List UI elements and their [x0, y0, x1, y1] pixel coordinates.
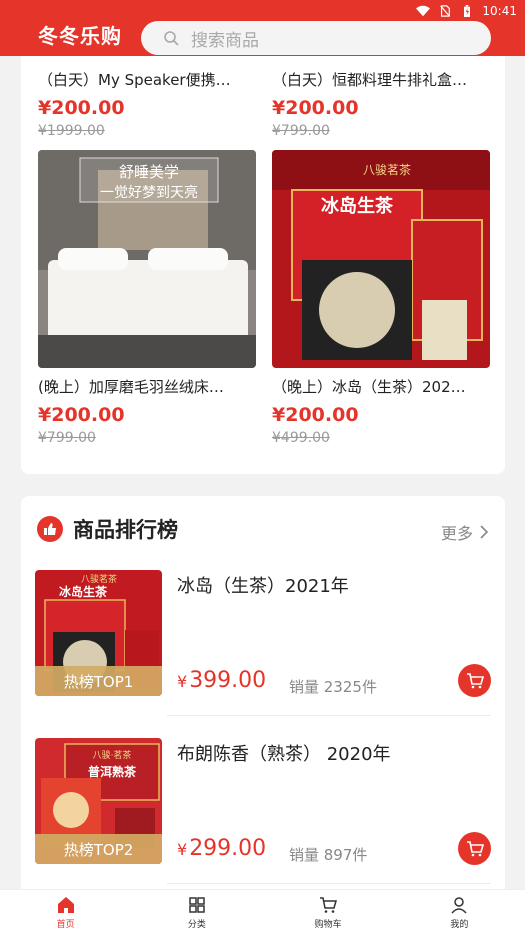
- tab-label: 购物车: [314, 920, 342, 930]
- ranking-title: 商品排行榜: [73, 518, 178, 542]
- tab-category[interactable]: 分类: [131, 890, 262, 935]
- ranking-item-image: 八骏茗茶 冰岛生茶 热榜TOP1: [35, 570, 162, 696]
- image-caption: 八骏·茗茶: [93, 749, 132, 761]
- ranking-item-image: 八骏·茗茶 普洱熟茶 热榜TOP2: [35, 738, 162, 864]
- product-original-price: ¥1999.00: [38, 123, 105, 139]
- image-caption: 冰岛生茶: [321, 195, 394, 217]
- image-caption: 八骏茗茶: [81, 573, 117, 585]
- ranking-card: 商品排行榜 更多 八骏茗茶 冰岛生茶 热榜TOP1 冰岛（生茶）2021年 ¥ …: [21, 496, 505, 916]
- product-image-tea: 八骏茗茶 冰岛生茶: [272, 150, 490, 368]
- product-name: （晚上）冰岛（生茶）202…: [272, 378, 466, 396]
- grid-icon: [189, 897, 205, 913]
- image-caption: 舒睡美学: [119, 163, 179, 181]
- ranking-item-price: ¥ 399.00: [177, 668, 266, 693]
- cart-icon: [466, 672, 484, 688]
- status-bar: 10:41: [416, 1, 517, 21]
- user-icon: [451, 897, 467, 914]
- tab-profile[interactable]: 我的: [394, 890, 525, 935]
- cart-icon: [320, 897, 338, 913]
- search-input[interactable]: 搜索商品: [141, 21, 491, 55]
- tab-cart[interactable]: 购物车: [263, 890, 394, 935]
- ranking-header: 商品排行榜: [37, 514, 178, 544]
- no-sim-icon: [440, 5, 451, 17]
- product-original-price: ¥799.00: [272, 123, 330, 139]
- price-value: 299.00: [189, 836, 267, 861]
- image-caption: 八骏茗茶: [363, 162, 411, 177]
- tab-label: 分类: [187, 920, 206, 930]
- home-icon: [57, 897, 74, 913]
- product-price: ¥200.00: [38, 97, 125, 119]
- status-time: 10:41: [482, 4, 517, 18]
- divider: [167, 715, 491, 716]
- product-original-price: ¥499.00: [272, 430, 330, 446]
- tab-home[interactable]: 首页: [0, 890, 131, 935]
- ranking-item-price: ¥ 299.00: [177, 836, 266, 861]
- tab-label: 我的: [450, 920, 469, 930]
- bottom-tab-bar: 首页 分类 购物车 我的: [0, 889, 525, 935]
- product-original-price: ¥799.00: [38, 430, 96, 446]
- ranking-item-title: 布朗陈香（熟茶） 2020年: [177, 744, 391, 765]
- search-placeholder: 搜索商品: [191, 30, 259, 51]
- search-icon: [164, 31, 179, 46]
- more-link[interactable]: 更多: [441, 520, 489, 544]
- image-caption: 冰岛生茶: [59, 584, 108, 599]
- chevron-right-icon: [480, 525, 489, 539]
- image-caption: 一觉好梦到天亮: [100, 184, 198, 201]
- battery-icon: [464, 5, 471, 17]
- product-name: （白天）My Speaker便携…: [38, 71, 231, 89]
- app-logo: 冬冬乐购: [38, 24, 122, 48]
- product-card[interactable]: 八骏茗茶 冰岛生茶 （晚上）冰岛（生茶）202… ¥200.00 ¥499.00: [272, 150, 490, 446]
- product-name: (晚上）加厚磨毛羽丝绒床…: [38, 378, 224, 396]
- sales-count: 销量 2325件: [289, 678, 377, 696]
- product-image-mattress: 舒睡美学 一觉好梦到天亮: [38, 150, 256, 368]
- ranking-item-title: 冰岛（生茶）2021年: [177, 576, 349, 597]
- price-value: 399.00: [189, 668, 267, 693]
- tab-label: 首页: [56, 920, 75, 930]
- currency-symbol: ¥: [177, 840, 188, 859]
- currency-symbol: ¥: [177, 672, 188, 691]
- cart-icon: [466, 840, 484, 856]
- wifi-icon: [416, 5, 431, 17]
- app-header: 10:41 冬冬乐购 搜索商品: [0, 0, 525, 56]
- add-to-cart-button[interactable]: [458, 664, 491, 697]
- rank-tag: 热榜TOP2: [35, 834, 162, 864]
- product-price: ¥200.00: [272, 97, 359, 119]
- product-card[interactable]: 舒睡美学 一觉好梦到天亮 (晚上）加厚磨毛羽丝绒床… ¥200.00 ¥799.…: [38, 150, 256, 446]
- thumbs-up-icon: [37, 516, 63, 542]
- divider: [167, 883, 491, 884]
- add-to-cart-button[interactable]: [458, 832, 491, 865]
- sales-count: 销量 897件: [289, 846, 368, 864]
- ranking-item[interactable]: 八骏茗茶 冰岛生茶 热榜TOP1 冰岛（生茶）2021年 ¥ 399.00 销量…: [35, 570, 491, 716]
- ranking-item[interactable]: 八骏·茗茶 普洱熟茶 热榜TOP2 布朗陈香（熟茶） 2020年 ¥ 299.0…: [35, 738, 491, 884]
- product-price: ¥200.00: [38, 404, 125, 426]
- product-name: （白天）恒都料理牛排礼盒…: [272, 71, 468, 89]
- more-label: 更多: [440, 524, 473, 543]
- product-grid-card: （白天）My Speaker便携… ¥200.00 ¥1999.00 （白天）恒…: [21, 40, 505, 474]
- image-caption: 普洱熟茶: [88, 764, 137, 779]
- product-price: ¥200.00: [272, 404, 359, 426]
- rank-tag: 热榜TOP1: [35, 666, 162, 696]
